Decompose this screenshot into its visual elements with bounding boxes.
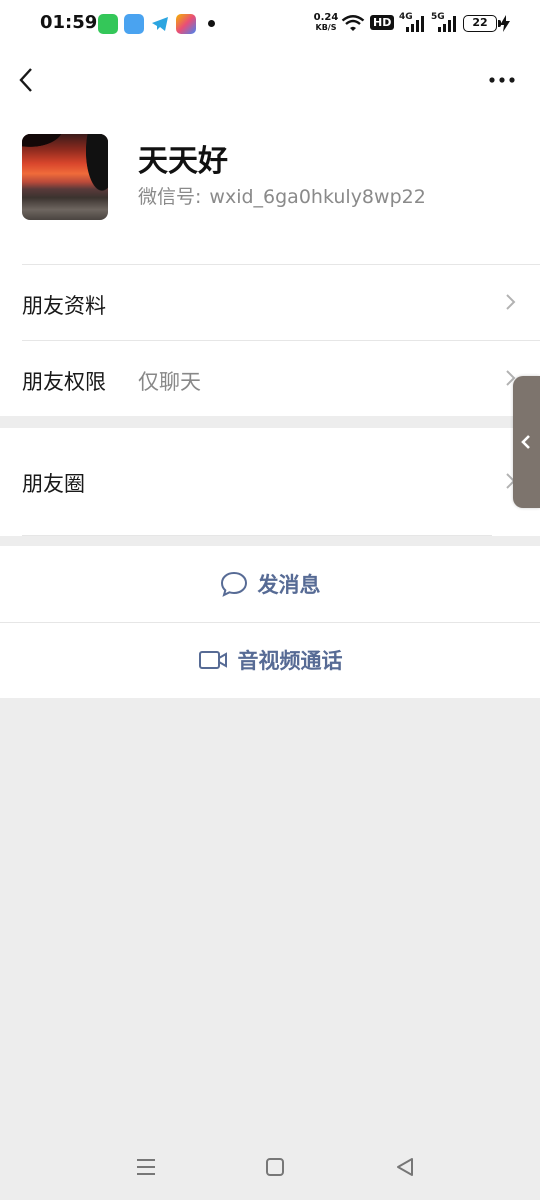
cell-friend-info[interactable]: 朋友资料 [0,264,540,340]
floating-side-tab[interactable] [513,376,540,508]
cell-signal-icon [438,16,456,32]
hd-badge: HD [370,15,395,30]
avatar[interactable] [22,134,108,220]
status-time: 01:59 [40,12,98,33]
home-icon[interactable] [262,1154,288,1180]
cell-friend-permissions-value: 仅聊天 [138,370,201,394]
charging-bolt-icon [500,15,510,32]
net-speed-value: 0.24 [313,12,339,23]
cell-signal-icon [406,16,424,32]
cell-friend-permissions-label: 朋友权限 [22,370,106,394]
audio-video-call-button[interactable]: 音视频通话 [0,622,540,698]
cloud-app-icon [124,14,144,34]
divider [22,535,492,536]
chat-bubble-icon [220,571,247,597]
back-arrow-icon[interactable] [12,64,44,96]
net-speed-unit: KB/S [315,23,337,32]
send-message-button[interactable]: 发消息 [0,546,540,622]
send-message-label: 发消息 [257,573,321,597]
back-triangle-icon[interactable] [392,1154,418,1180]
cell-moments-label: 朋友圈 [22,472,85,496]
divider [0,622,540,623]
divider [22,340,540,341]
divider [22,264,540,265]
more-options-icon[interactable] [482,64,522,96]
wechat-id-value: wxid_6ga0hkuly8wp22 [209,186,426,208]
audio-video-call-label: 音视频通话 [237,649,343,673]
messages-app-icon [98,14,118,34]
notification-dot-icon [208,20,215,27]
chevron-left-icon [521,435,530,449]
status-bar: 01:59 0.24 KB/S HD 4G 5G 22 [0,0,540,48]
battery-indicator: 22 [463,15,501,32]
chevron-right-icon [506,294,516,310]
menu-icon[interactable] [133,1154,159,1180]
profile-header: 天天好 微信号: wxid_6ga0hkuly8wp22 [0,112,540,264]
telegram-app-icon [150,14,170,34]
system-navigation-bar [0,1134,540,1200]
cell-friend-info-label: 朋友资料 [22,294,106,318]
wechat-id-label: 微信号: [138,186,202,208]
video-camera-icon [198,651,227,669]
gallery-app-icon [176,14,196,34]
cell-moments[interactable]: 朋友圈 [0,428,540,536]
nickname: 天天好 [138,144,228,179]
net-speed: 0.24 KB/S [312,13,340,33]
wechat-id: 微信号: wxid_6ga0hkuly8wp22 [138,182,426,209]
cell-friend-permissions[interactable]: 朋友权限 仅聊天 [0,340,540,416]
wifi-icon [341,15,365,31]
